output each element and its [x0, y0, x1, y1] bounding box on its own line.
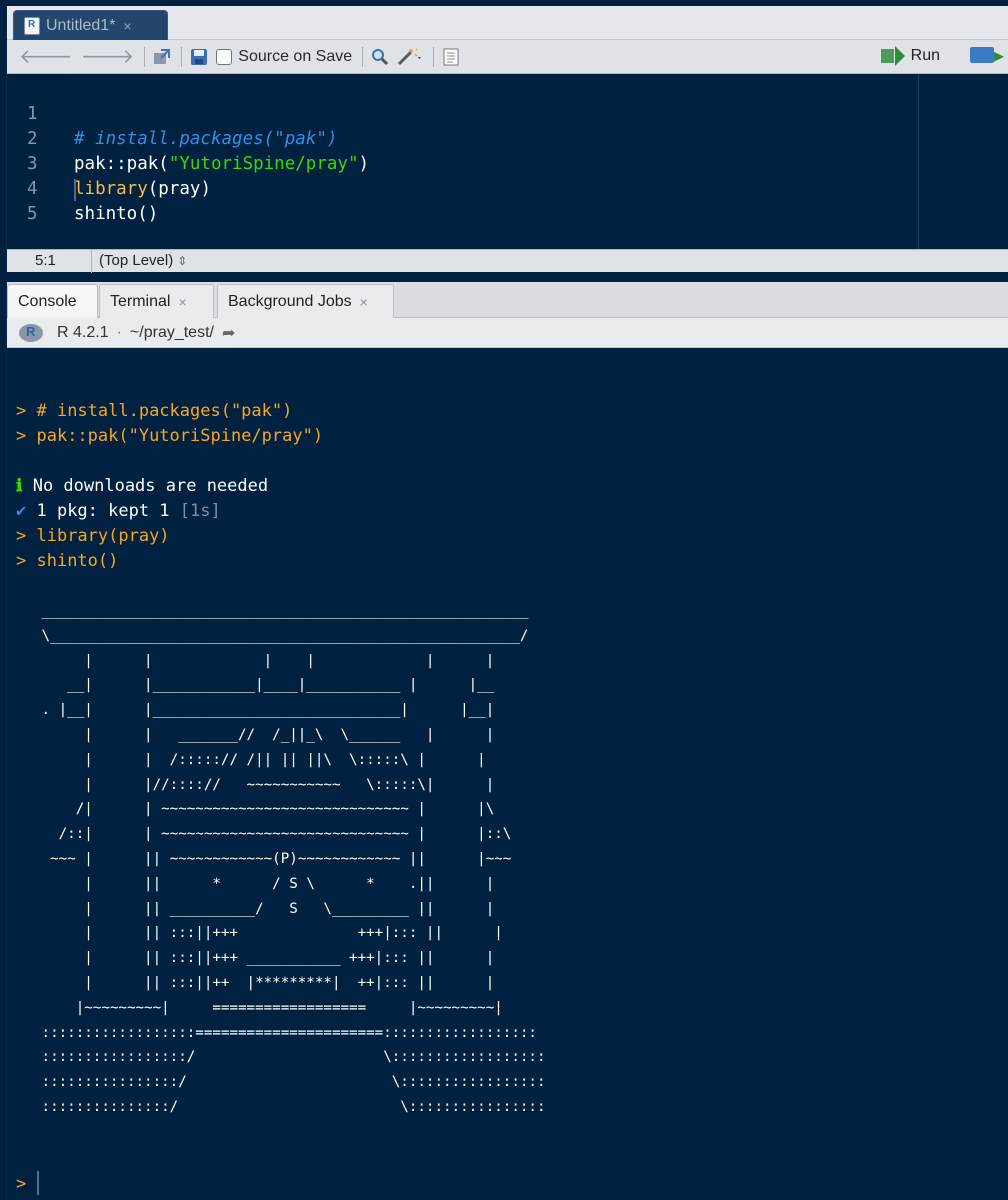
console-tab-bar: Console Terminal × Background Jobs ×	[7, 282, 1008, 318]
rerun-button[interactable]	[970, 43, 1004, 68]
code-line[interactable]: 1 # install.packages("pak")	[7, 77, 337, 149]
console-cursor	[37, 1171, 39, 1195]
ascii-art-shrine: ________________________________________…	[41, 603, 546, 1115]
tab-console[interactable]: Console	[7, 284, 98, 318]
save-icon[interactable]	[190, 48, 208, 66]
prompt-symbol: >	[16, 401, 27, 421]
console-output[interactable]: > # install.packages("pak") > pak::pak("…	[7, 349, 1008, 1200]
console-command: shinto()	[26, 551, 119, 571]
editor-tab-bar: Untitled1* ×	[7, 6, 1008, 41]
code-editor[interactable]: 1 # install.packages("pak") 2 pak::pak("…	[7, 75, 1008, 249]
back-arrow-icon[interactable]: 🡐	[19, 44, 73, 69]
run-label: Run	[910, 47, 940, 64]
source-on-save-checkbox[interactable]	[216, 48, 233, 65]
code-line[interactable]: 4 shinto()	[7, 152, 158, 224]
console-line: ✔ 1 pkg: kept 1 [1s]	[16, 499, 221, 524]
toolbar-separator	[181, 46, 183, 67]
code-text: # install.packages("pak")	[74, 129, 338, 149]
line-number: 5	[27, 204, 38, 224]
tab-terminal[interactable]: Terminal ×	[99, 284, 214, 318]
source-on-save-label: Source on Save	[238, 47, 353, 65]
tab-title: Untitled1*	[46, 17, 116, 34]
console-line: ℹ No downloads are needed	[16, 474, 268, 499]
go-to-directory-icon[interactable]: ➦	[222, 323, 235, 343]
console-message: 1 pkg: kept 1	[26, 501, 180, 521]
code-token: )	[358, 154, 370, 174]
console-line: > pak::pak("YutoriSpine/pray")	[16, 424, 323, 449]
toolbar-separator	[144, 46, 146, 67]
prompt-symbol: >	[16, 526, 27, 546]
code-line[interactable]: 2 pak::pak("YutoriSpine/pray")	[7, 102, 369, 174]
close-icon[interactable]: ×	[360, 294, 368, 310]
console-command: pak::pak("YutoriSpine/pray")	[26, 426, 324, 446]
code-text: pak::pak("YutoriSpine/pray")	[74, 152, 369, 177]
prompt-symbol: >	[16, 1174, 27, 1194]
scope-label: (Top Level)	[99, 252, 174, 269]
console-pane: Console Terminal × Background Jobs × R 4…	[6, 282, 1008, 1200]
working-directory[interactable]: ~/pray_test/	[130, 324, 214, 342]
check-icon: ✔	[16, 501, 27, 521]
close-icon[interactable]: ×	[123, 18, 131, 34]
console-line: > shinto()	[16, 549, 118, 574]
scope-selector[interactable]: (Top Level) ⇕	[99, 252, 187, 269]
close-icon[interactable]: ×	[178, 294, 186, 310]
editor-status-bar: 5:1 (Top Level) ⇕	[7, 249, 1008, 273]
forward-arrow-icon[interactable]: 🡒	[81, 44, 135, 69]
run-icon	[880, 46, 905, 66]
code-function: library	[74, 179, 148, 199]
console-line: > library(pray)	[16, 524, 170, 549]
elapsed-time: [1s]	[179, 501, 221, 521]
search-icon[interactable]	[371, 48, 389, 66]
toolbar-separator	[362, 46, 364, 67]
toolbar-separator	[433, 46, 435, 67]
tab-label: Terminal	[110, 292, 171, 310]
console-line: > # install.packages("pak")	[16, 399, 292, 424]
tab-label: Background Jobs	[228, 292, 352, 310]
compile-report-icon[interactable]	[442, 48, 460, 66]
console-header: R 4.2.1 · ~/pray_test/ ➦	[7, 318, 1008, 348]
console-message: No downloads are needed	[22, 476, 269, 496]
code-string: "YutoriSpine/pray"	[168, 154, 359, 174]
r-file-icon	[24, 17, 40, 35]
console-input-line[interactable]: >	[16, 1172, 26, 1197]
code-token: pak::pak(	[74, 154, 169, 174]
source-on-save-toggle[interactable]: Source on Save	[216, 48, 352, 66]
code-line[interactable]: 5	[7, 177, 70, 224]
console-command: library(pray)	[26, 526, 170, 546]
updown-icon: ⇕	[177, 254, 188, 268]
code-text: library(pray)	[74, 177, 211, 202]
header-separator: ·	[116, 323, 122, 341]
run-button[interactable]: Run	[880, 46, 940, 66]
r-version: R 4.2.1	[57, 323, 109, 341]
text-cursor	[74, 179, 76, 201]
tab-background-jobs[interactable]: Background Jobs ×	[217, 284, 394, 318]
tab-untitled1[interactable]: Untitled1* ×	[13, 10, 168, 41]
cursor-position: 5:1	[35, 252, 56, 269]
prompt-symbol: >	[16, 426, 27, 446]
margin-guide	[918, 75, 919, 249]
console-command: # install.packages("pak")	[26, 401, 293, 421]
magic-wand-icon[interactable]	[397, 47, 423, 66]
tab-label: Console	[18, 292, 77, 310]
code-token: (pray)	[147, 179, 211, 199]
code-text: shinto()	[74, 204, 159, 224]
status-separator	[91, 250, 92, 273]
prompt-symbol: >	[16, 551, 27, 571]
editor-toolbar: 🡐 🡒 Source on Save Run	[7, 40, 1008, 74]
code-line[interactable]: 3 library(pray)	[7, 127, 211, 199]
show-in-window-icon[interactable]	[153, 48, 171, 66]
rerun-icon	[970, 43, 1004, 68]
source-editor-pane: Untitled1* × 🡐 🡒 Source on Save	[6, 6, 1008, 273]
r-logo-icon	[19, 323, 43, 342]
